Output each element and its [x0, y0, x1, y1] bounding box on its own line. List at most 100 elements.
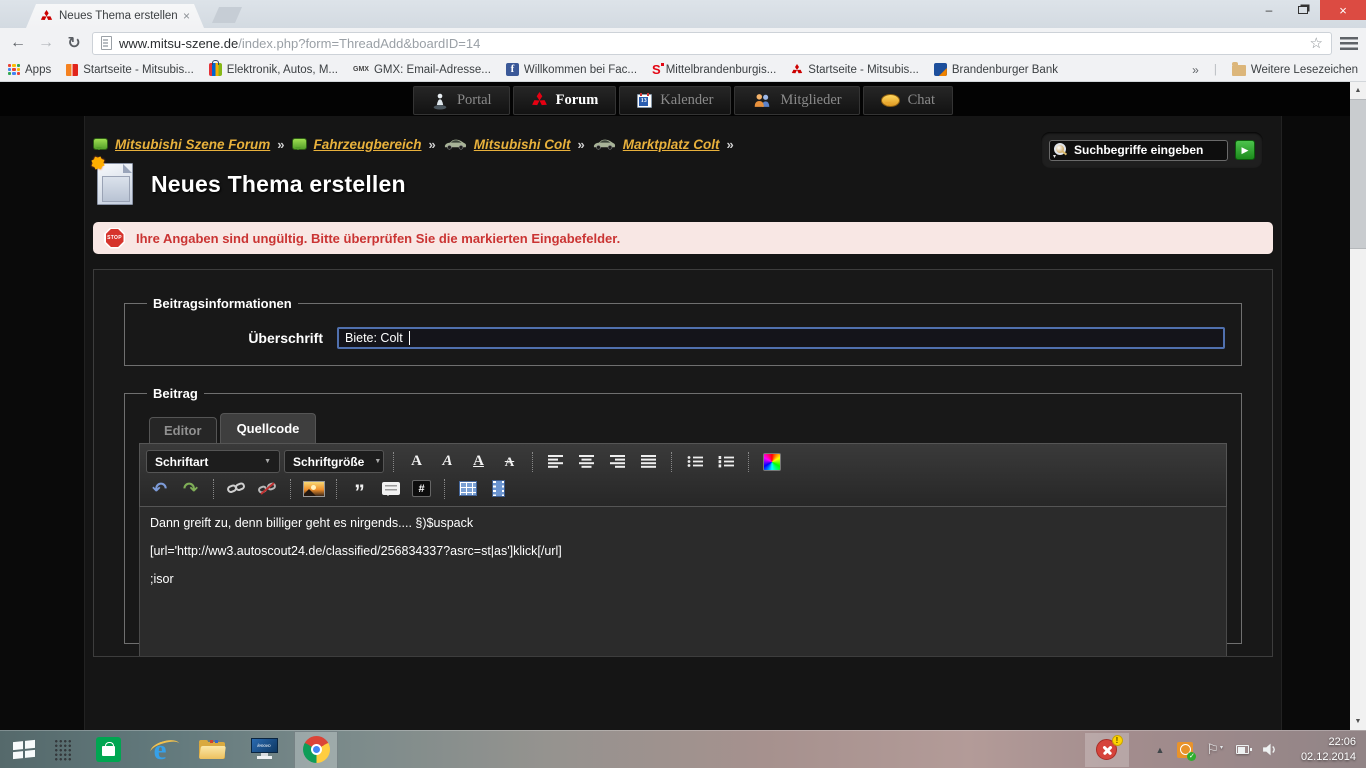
speaker-icon[interactable] [1262, 743, 1277, 756]
portal-person-icon [431, 92, 449, 110]
subject-input-wrap [337, 327, 1225, 349]
window-controls: – × [1252, 0, 1366, 20]
taskbar-lenovo-button[interactable]: lenovo [242, 731, 286, 768]
battery-icon[interactable] [1236, 745, 1249, 754]
new-tab-button[interactable] [212, 7, 242, 23]
bookmark-item[interactable]: S Mittelbrandenburgis... [652, 64, 776, 76]
bookmark-item[interactable]: GMX GMX: Email-Adresse... [353, 64, 491, 76]
breadcrumb-link[interactable]: Marktplatz Colt [623, 137, 720, 152]
font-color-button[interactable] [758, 450, 785, 473]
undo-button[interactable]: ↶ [146, 477, 173, 500]
editor-toolbar: Schriftart ▼ Schriftgröße ▼ A A A A [139, 443, 1227, 507]
action-center-button[interactable]: ⚐ ▾ [1206, 741, 1223, 758]
quote-icon: ” [354, 480, 365, 497]
nav-item-kalender[interactable]: 13 Kalender [619, 86, 731, 115]
breadcrumb-link[interactable]: Fahrzeugbereich [314, 137, 422, 152]
error-message: Ihre Angaben sind ungültig. Bitte überpr… [136, 231, 620, 246]
maximize-button[interactable] [1286, 0, 1320, 20]
align-justify-button[interactable] [635, 450, 662, 473]
apps-shortcut[interactable]: Apps [8, 64, 51, 76]
message-textarea[interactable]: Dann greift zu, denn billiger geht es ni… [139, 507, 1227, 657]
tab-editor[interactable]: Editor [149, 417, 217, 443]
close-button[interactable]: × [1320, 0, 1366, 20]
quote-button[interactable]: ” [346, 477, 373, 500]
page-info-icon[interactable] [101, 36, 112, 50]
bookmark-label: Startseite - Mitsubis... [83, 64, 194, 76]
message-area-wrap: Dann greift zu, denn billiger geht es ni… [139, 507, 1227, 657]
start-button[interactable] [0, 731, 48, 768]
nav-item-chat[interactable]: Chat [863, 86, 953, 115]
dots-grid-icon[interactable] [54, 739, 72, 761]
bookmark-item[interactable]: Startseite - Mitsubis... [791, 64, 919, 76]
bullet-list-button[interactable] [681, 450, 708, 473]
subject-input[interactable] [337, 327, 1225, 349]
nav-item-forum[interactable]: Forum [513, 86, 617, 115]
scroll-up-icon[interactable]: ▲ [1355, 82, 1362, 99]
align-center-button[interactable] [573, 450, 600, 473]
search-caret-icon: ▾ [1053, 153, 1056, 160]
insert-link-button[interactable] [223, 477, 250, 500]
image-icon [303, 481, 325, 497]
nav-item-portal[interactable]: Portal [413, 86, 510, 115]
insert-table-button[interactable] [454, 477, 481, 500]
search-submit-button[interactable]: ▶ [1235, 140, 1255, 160]
taskbar-explorer-button[interactable] [190, 731, 234, 768]
tab-quellcode[interactable]: Quellcode [220, 413, 317, 443]
ordered-list-button[interactable] [712, 450, 739, 473]
breadcrumb-separator: » [429, 137, 436, 152]
underline-button[interactable]: A [465, 450, 492, 473]
system-tray: ! ▲ ⚐ ▾ 22:06 02.12.2014 [1085, 733, 1366, 767]
bookmark-item[interactable]: f Willkommen bei Fac... [506, 63, 637, 76]
bookmark-item[interactable]: Startseite - Mitsubis... [66, 64, 194, 76]
forum-bubble-icon [93, 138, 108, 150]
taskbar-clock[interactable]: 22:06 02.12.2014 [1294, 735, 1356, 765]
show-hidden-icons-arrow[interactable]: ▲ [1156, 745, 1165, 755]
strikethrough-button[interactable]: A [496, 450, 523, 473]
tab-close-icon[interactable]: × [183, 9, 190, 23]
bookmark-star-icon[interactable]: ☆ [1310, 34, 1323, 52]
toolbar-separator [671, 452, 672, 472]
mitsubishi-favicon-icon [40, 10, 53, 23]
font-family-dropdown[interactable]: Schriftart ▼ [146, 450, 280, 473]
tray-app-button[interactable]: ! [1085, 733, 1129, 767]
page-scrollbar[interactable]: ▲ ▼ [1350, 82, 1366, 730]
nav-label: Chat [908, 92, 935, 109]
bookmark-item[interactable]: Elektronik, Autos, M... [209, 63, 338, 76]
bold-button[interactable]: A [403, 450, 430, 473]
search-input[interactable] [1049, 140, 1228, 161]
other-bookmarks-button[interactable]: Weitere Lesezeichen [1232, 63, 1358, 76]
nav-item-mitglieder[interactable]: Mitglieder [734, 86, 859, 115]
bookmark-item[interactable]: Brandenburger Bank [934, 63, 1058, 76]
redo-icon: ↷ [183, 480, 198, 498]
taskbar-chrome-button[interactable] [294, 731, 338, 768]
code-button[interactable]: # [408, 477, 435, 500]
chrome-menu-icon[interactable] [1340, 37, 1358, 50]
remove-link-button[interactable] [254, 477, 281, 500]
align-right-button[interactable] [604, 450, 631, 473]
redo-button[interactable]: ↷ [177, 477, 204, 500]
taskbar-ie-button[interactable]: e [138, 731, 182, 768]
tray-globe-icon[interactable] [1177, 742, 1193, 758]
breadcrumb-link[interactable]: Mitsubishi Szene Forum [115, 137, 270, 152]
align-left-button[interactable] [542, 450, 569, 473]
breadcrumb-link[interactable]: Mitsubishi Colt [474, 137, 571, 152]
bookmarks-overflow-chevron[interactable]: » [1192, 63, 1199, 77]
reload-button[interactable]: ↻ [64, 33, 84, 53]
browser-tab[interactable]: Neues Thema erstellen - M × [26, 4, 204, 28]
scrollbar-thumb[interactable] [1350, 99, 1366, 249]
insert-image-button[interactable] [300, 477, 327, 500]
stop-icon: STOP [104, 228, 125, 249]
taskbar-store-button[interactable] [86, 731, 130, 768]
url-text[interactable]: www.mitsu-szene.de/index.php?form=Thread… [119, 36, 1303, 51]
font-family-label: Schriftart [155, 455, 208, 469]
italic-button[interactable]: A [434, 450, 461, 473]
address-bar[interactable]: www.mitsu-szene.de/index.php?form=Thread… [92, 32, 1332, 55]
back-button[interactable]: ← [8, 34, 28, 52]
scroll-down-icon[interactable]: ▼ [1355, 713, 1362, 730]
mitsubishi-icon [531, 92, 548, 109]
insert-media-button[interactable] [485, 477, 512, 500]
minimize-button[interactable]: – [1252, 0, 1286, 20]
font-size-dropdown[interactable]: Schriftgröße ▼ [284, 450, 384, 473]
strikethrough-icon: A [505, 454, 514, 470]
spoiler-button[interactable] [377, 477, 404, 500]
